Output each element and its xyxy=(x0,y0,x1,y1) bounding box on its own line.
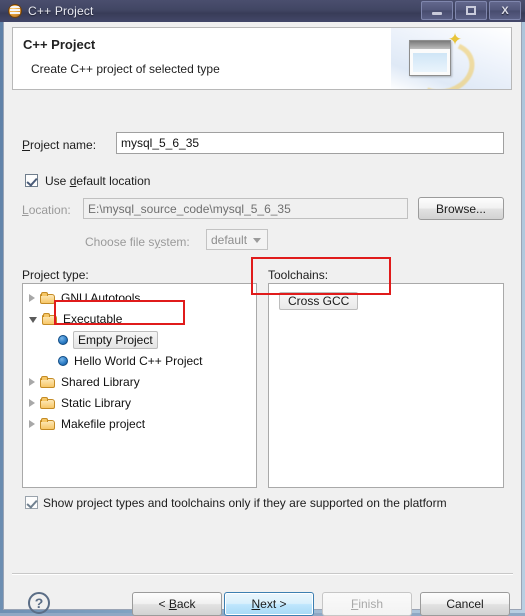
cancel-button[interactable]: Cancel xyxy=(420,592,510,616)
folder-icon xyxy=(42,313,58,326)
tree-item-label: Static Library xyxy=(61,396,131,410)
wizard-header-banner: C++ Project Create C++ project of select… xyxy=(12,27,512,90)
new-project-wizard-icon: ✦ xyxy=(391,28,511,90)
cancel-label: Cancel xyxy=(446,597,483,611)
tree-item-gnu-autotools[interactable]: GNU Autotools xyxy=(29,288,140,308)
tree-item-label: Makefile project xyxy=(61,417,145,431)
show-supported-label: Show project types and toolchains only i… xyxy=(43,496,447,510)
chevron-down-icon[interactable] xyxy=(29,317,37,323)
cpp-project-dialog: C++ Project X C++ Project Create C++ pro… xyxy=(0,0,525,613)
tree-item-label: GNU Autotools xyxy=(61,291,140,305)
project-type-label: Project type: xyxy=(22,268,89,282)
chevron-right-icon[interactable] xyxy=(29,420,35,428)
location-input[interactable]: E:\mysql_source_code\mysql_5_6_35 xyxy=(83,198,408,219)
star-icon: ✦ xyxy=(447,32,463,48)
help-icon[interactable]: ? xyxy=(28,592,50,614)
file-system-value: default xyxy=(211,233,247,247)
browse-label: Browse... xyxy=(436,202,486,216)
title-bar[interactable]: C++ Project X xyxy=(0,0,525,22)
show-supported-checkbox[interactable] xyxy=(25,496,38,509)
project-template-icon xyxy=(58,335,68,345)
folder-icon xyxy=(40,292,56,305)
location-label: Location: xyxy=(22,203,71,217)
tree-item-executable[interactable]: Executable xyxy=(29,309,122,329)
page-title: C++ Project xyxy=(23,37,95,52)
finish-button: Finish xyxy=(322,592,412,616)
tree-item-label: Executable xyxy=(63,312,122,326)
button-bar-separator xyxy=(12,573,513,574)
tree-item-static-library[interactable]: Static Library xyxy=(29,393,131,413)
tree-item-shared-library[interactable]: Shared Library xyxy=(29,372,140,392)
next-button[interactable]: Next > xyxy=(224,592,314,616)
window-graphic-icon xyxy=(409,40,451,76)
tree-item-label: Empty Project xyxy=(73,331,158,349)
tree-item-makefile-project[interactable]: Makefile project xyxy=(29,414,145,434)
eclipse-circle-icon xyxy=(8,4,22,18)
choose-file-system-label: Choose file system: xyxy=(85,235,190,249)
browse-button[interactable]: Browse... xyxy=(418,197,504,220)
tree-item-hello-world-c-project[interactable]: Hello World C++ Project xyxy=(47,351,203,371)
use-default-location-label: Use default location xyxy=(45,174,150,188)
toolchain-item-cross-gcc[interactable]: Cross GCC xyxy=(279,292,358,310)
folder-icon xyxy=(40,418,56,431)
project-template-icon xyxy=(58,356,68,366)
minimize-button[interactable] xyxy=(421,1,453,20)
back-button[interactable]: < Back xyxy=(132,592,222,616)
chevron-right-icon[interactable] xyxy=(29,294,35,302)
chevron-right-icon[interactable] xyxy=(29,399,35,407)
file-system-select[interactable]: default xyxy=(206,229,268,250)
tree-item-label: Shared Library xyxy=(61,375,140,389)
project-name-input[interactable]: mysql_5_6_35 xyxy=(116,132,504,154)
chevron-right-icon[interactable] xyxy=(29,378,35,386)
close-icon: X xyxy=(490,2,520,19)
tree-item-empty-project[interactable]: Empty Project xyxy=(47,330,157,350)
next-label: Next > xyxy=(251,597,286,611)
folder-icon xyxy=(40,397,56,410)
chevron-down-icon xyxy=(253,238,261,243)
project-name-label: Project name: xyxy=(22,138,96,152)
finish-label: Finish xyxy=(351,597,383,611)
dialog-client-area: C++ Project Create C++ project of select… xyxy=(3,22,522,610)
project-type-tree[interactable]: GNU Autotools Executable Empty Project Hell… xyxy=(22,283,257,488)
toolchains-label: Toolchains: xyxy=(268,268,328,282)
window-controls: X xyxy=(421,1,521,20)
use-default-location-checkbox[interactable] xyxy=(25,174,38,187)
title-bar-left: C++ Project xyxy=(8,2,94,20)
close-button[interactable]: X xyxy=(489,1,521,20)
maximize-button[interactable] xyxy=(455,1,487,20)
toolchains-list[interactable]: Cross GCC xyxy=(268,283,504,488)
back-label: < Back xyxy=(158,597,195,611)
window-title: C++ Project xyxy=(28,4,94,18)
page-subtitle: Create C++ project of selected type xyxy=(31,62,220,76)
folder-icon xyxy=(40,376,56,389)
tree-item-label: Hello World C++ Project xyxy=(74,354,203,368)
